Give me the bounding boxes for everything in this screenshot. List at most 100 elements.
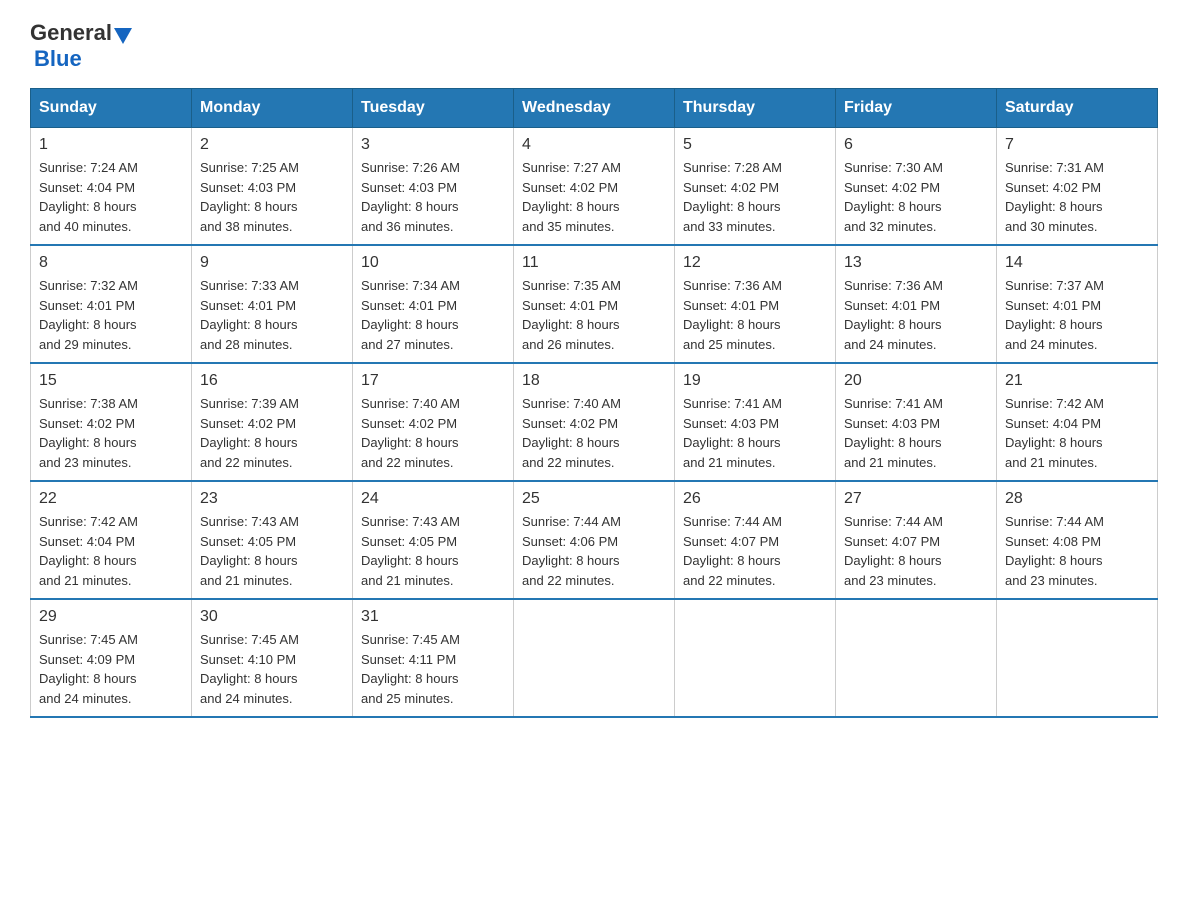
calendar-day-cell: 9 Sunrise: 7:33 AMSunset: 4:01 PMDaylight… (192, 245, 353, 363)
calendar-day-cell: 18 Sunrise: 7:40 AMSunset: 4:02 PMDayligh… (514, 363, 675, 481)
day-info: Sunrise: 7:39 AMSunset: 4:02 PMDaylight:… (200, 394, 344, 472)
header-sunday: Sunday (31, 89, 192, 128)
day-info: Sunrise: 7:44 AMSunset: 4:06 PMDaylight:… (522, 512, 666, 590)
logo-general-part: General (30, 20, 112, 46)
day-number: 8 (39, 254, 183, 272)
calendar-day-cell: 16 Sunrise: 7:39 AMSunset: 4:02 PMDayligh… (192, 363, 353, 481)
day-info: Sunrise: 7:41 AMSunset: 4:03 PMDaylight:… (683, 394, 827, 472)
day-info: Sunrise: 7:35 AMSunset: 4:01 PMDaylight:… (522, 276, 666, 354)
day-number: 28 (1005, 490, 1149, 508)
calendar-day-cell: 27Sunrise: 7:44 AMSunset: 4:07 PMDayligh… (836, 481, 997, 599)
calendar-week-row: 22 Sunrise: 7:42 AMSunset: 4:04 PMDayligh… (31, 481, 1158, 599)
day-info: Sunrise: 7:45 AMSunset: 4:10 PMDaylight:… (200, 630, 344, 708)
day-number: 13 (844, 254, 988, 272)
calendar-day-cell (997, 599, 1158, 717)
calendar-day-cell: 10Sunrise: 7:34 AMSunset: 4:01 PMDayligh… (353, 245, 514, 363)
day-number: 1 (39, 136, 183, 154)
calendar-day-cell: 25 Sunrise: 7:44 AMSunset: 4:06 PMDayligh… (514, 481, 675, 599)
day-number: 18 (522, 372, 666, 390)
calendar-day-cell: 14 Sunrise: 7:37 AMSunset: 4:01 PMDayligh… (997, 245, 1158, 363)
day-info: Sunrise: 7:26 AMSunset: 4:03 PMDaylight:… (361, 158, 505, 236)
logo-area: General Blue (30, 20, 134, 72)
header-monday: Monday (192, 89, 353, 128)
calendar-day-cell: 17 Sunrise: 7:40 AMSunset: 4:02 PMDayligh… (353, 363, 514, 481)
calendar-day-cell: 13Sunrise: 7:36 AMSunset: 4:01 PMDayligh… (836, 245, 997, 363)
day-number: 5 (683, 136, 827, 154)
day-info: Sunrise: 7:41 AMSunset: 4:03 PMDaylight:… (844, 394, 988, 472)
header-wednesday: Wednesday (514, 89, 675, 128)
calendar-day-cell (836, 599, 997, 717)
day-info: Sunrise: 7:45 AMSunset: 4:11 PMDaylight:… (361, 630, 505, 708)
day-info: Sunrise: 7:32 AMSunset: 4:01 PMDaylight:… (39, 276, 183, 354)
day-number: 31 (361, 608, 505, 626)
day-number: 6 (844, 136, 988, 154)
calendar-day-cell: 28 Sunrise: 7:44 AMSunset: 4:08 PMDayligh… (997, 481, 1158, 599)
calendar-header-row: SundayMondayTuesdayWednesdayThursdayFrid… (31, 89, 1158, 128)
header-thursday: Thursday (675, 89, 836, 128)
calendar-day-cell: 1Sunrise: 7:24 AMSunset: 4:04 PMDaylight… (31, 128, 192, 246)
day-info: Sunrise: 7:40 AMSunset: 4:02 PMDaylight:… (522, 394, 666, 472)
calendar-day-cell: 4 Sunrise: 7:27 AMSunset: 4:02 PMDaylight… (514, 128, 675, 246)
day-info: Sunrise: 7:27 AMSunset: 4:02 PMDaylight:… (522, 158, 666, 236)
day-number: 22 (39, 490, 183, 508)
day-number: 20 (844, 372, 988, 390)
calendar-body: 1Sunrise: 7:24 AMSunset: 4:04 PMDaylight… (31, 128, 1158, 718)
calendar-day-cell: 3 Sunrise: 7:26 AMSunset: 4:03 PMDaylight… (353, 128, 514, 246)
calendar-day-cell: 12Sunrise: 7:36 AMSunset: 4:01 PMDayligh… (675, 245, 836, 363)
day-number: 4 (522, 136, 666, 154)
calendar-day-cell: 8 Sunrise: 7:32 AMSunset: 4:01 PMDaylight… (31, 245, 192, 363)
calendar-day-cell: 20 Sunrise: 7:41 AMSunset: 4:03 PMDayligh… (836, 363, 997, 481)
calendar-day-cell: 22 Sunrise: 7:42 AMSunset: 4:04 PMDayligh… (31, 481, 192, 599)
calendar-table: SundayMondayTuesdayWednesdayThursdayFrid… (30, 88, 1158, 718)
calendar-day-cell: 7 Sunrise: 7:31 AMSunset: 4:02 PMDaylight… (997, 128, 1158, 246)
day-number: 3 (361, 136, 505, 154)
calendar-day-cell: 19 Sunrise: 7:41 AMSunset: 4:03 PMDayligh… (675, 363, 836, 481)
day-info: Sunrise: 7:42 AMSunset: 4:04 PMDaylight:… (39, 512, 183, 590)
header: General Blue (30, 20, 1158, 72)
day-info: Sunrise: 7:25 AMSunset: 4:03 PMDaylight:… (200, 158, 344, 236)
day-info: Sunrise: 7:44 AMSunset: 4:07 PMDaylight:… (683, 512, 827, 590)
day-number: 23 (200, 490, 344, 508)
header-tuesday: Tuesday (353, 89, 514, 128)
day-info: Sunrise: 7:43 AMSunset: 4:05 PMDaylight:… (361, 512, 505, 590)
day-number: 16 (200, 372, 344, 390)
day-number: 2 (200, 136, 344, 154)
day-number: 9 (200, 254, 344, 272)
day-number: 24 (361, 490, 505, 508)
day-info: Sunrise: 7:40 AMSunset: 4:02 PMDaylight:… (361, 394, 505, 472)
day-number: 21 (1005, 372, 1149, 390)
day-number: 12 (683, 254, 827, 272)
day-number: 11 (522, 254, 666, 272)
day-number: 19 (683, 372, 827, 390)
day-info: Sunrise: 7:31 AMSunset: 4:02 PMDaylight:… (1005, 158, 1149, 236)
day-number: 27 (844, 490, 988, 508)
day-number: 26 (683, 490, 827, 508)
day-number: 7 (1005, 136, 1149, 154)
day-info: Sunrise: 7:28 AMSunset: 4:02 PMDaylight:… (683, 158, 827, 236)
day-info: Sunrise: 7:42 AMSunset: 4:04 PMDaylight:… (1005, 394, 1149, 472)
day-info: Sunrise: 7:30 AMSunset: 4:02 PMDaylight:… (844, 158, 988, 236)
logo-triangle-icon (114, 28, 132, 44)
day-info: Sunrise: 7:44 AMSunset: 4:08 PMDaylight:… (1005, 512, 1149, 590)
day-info: Sunrise: 7:33 AMSunset: 4:01 PMDaylight:… (200, 276, 344, 354)
calendar-day-cell: 5 Sunrise: 7:28 AMSunset: 4:02 PMDaylight… (675, 128, 836, 246)
calendar-day-cell: 21 Sunrise: 7:42 AMSunset: 4:04 PMDayligh… (997, 363, 1158, 481)
calendar-day-cell: 6 Sunrise: 7:30 AMSunset: 4:02 PMDaylight… (836, 128, 997, 246)
header-saturday: Saturday (997, 89, 1158, 128)
day-info: Sunrise: 7:43 AMSunset: 4:05 PMDaylight:… (200, 512, 344, 590)
day-number: 25 (522, 490, 666, 508)
calendar-day-cell: 31 Sunrise: 7:45 AMSunset: 4:11 PMDayligh… (353, 599, 514, 717)
day-number: 30 (200, 608, 344, 626)
calendar-day-cell: 2 Sunrise: 7:25 AMSunset: 4:03 PMDaylight… (192, 128, 353, 246)
calendar-day-cell: 15Sunrise: 7:38 AMSunset: 4:02 PMDayligh… (31, 363, 192, 481)
day-number: 17 (361, 372, 505, 390)
calendar-day-cell: 24 Sunrise: 7:43 AMSunset: 4:05 PMDayligh… (353, 481, 514, 599)
day-number: 14 (1005, 254, 1149, 272)
day-number: 29 (39, 608, 183, 626)
calendar-week-row: 8 Sunrise: 7:32 AMSunset: 4:01 PMDaylight… (31, 245, 1158, 363)
day-info: Sunrise: 7:45 AMSunset: 4:09 PMDaylight:… (39, 630, 183, 708)
calendar-week-row: 29 Sunrise: 7:45 AMSunset: 4:09 PMDayligh… (31, 599, 1158, 717)
day-info: Sunrise: 7:37 AMSunset: 4:01 PMDaylight:… (1005, 276, 1149, 354)
calendar-day-cell: 29 Sunrise: 7:45 AMSunset: 4:09 PMDayligh… (31, 599, 192, 717)
day-info: Sunrise: 7:34 AMSunset: 4:01 PMDaylight:… (361, 276, 505, 354)
